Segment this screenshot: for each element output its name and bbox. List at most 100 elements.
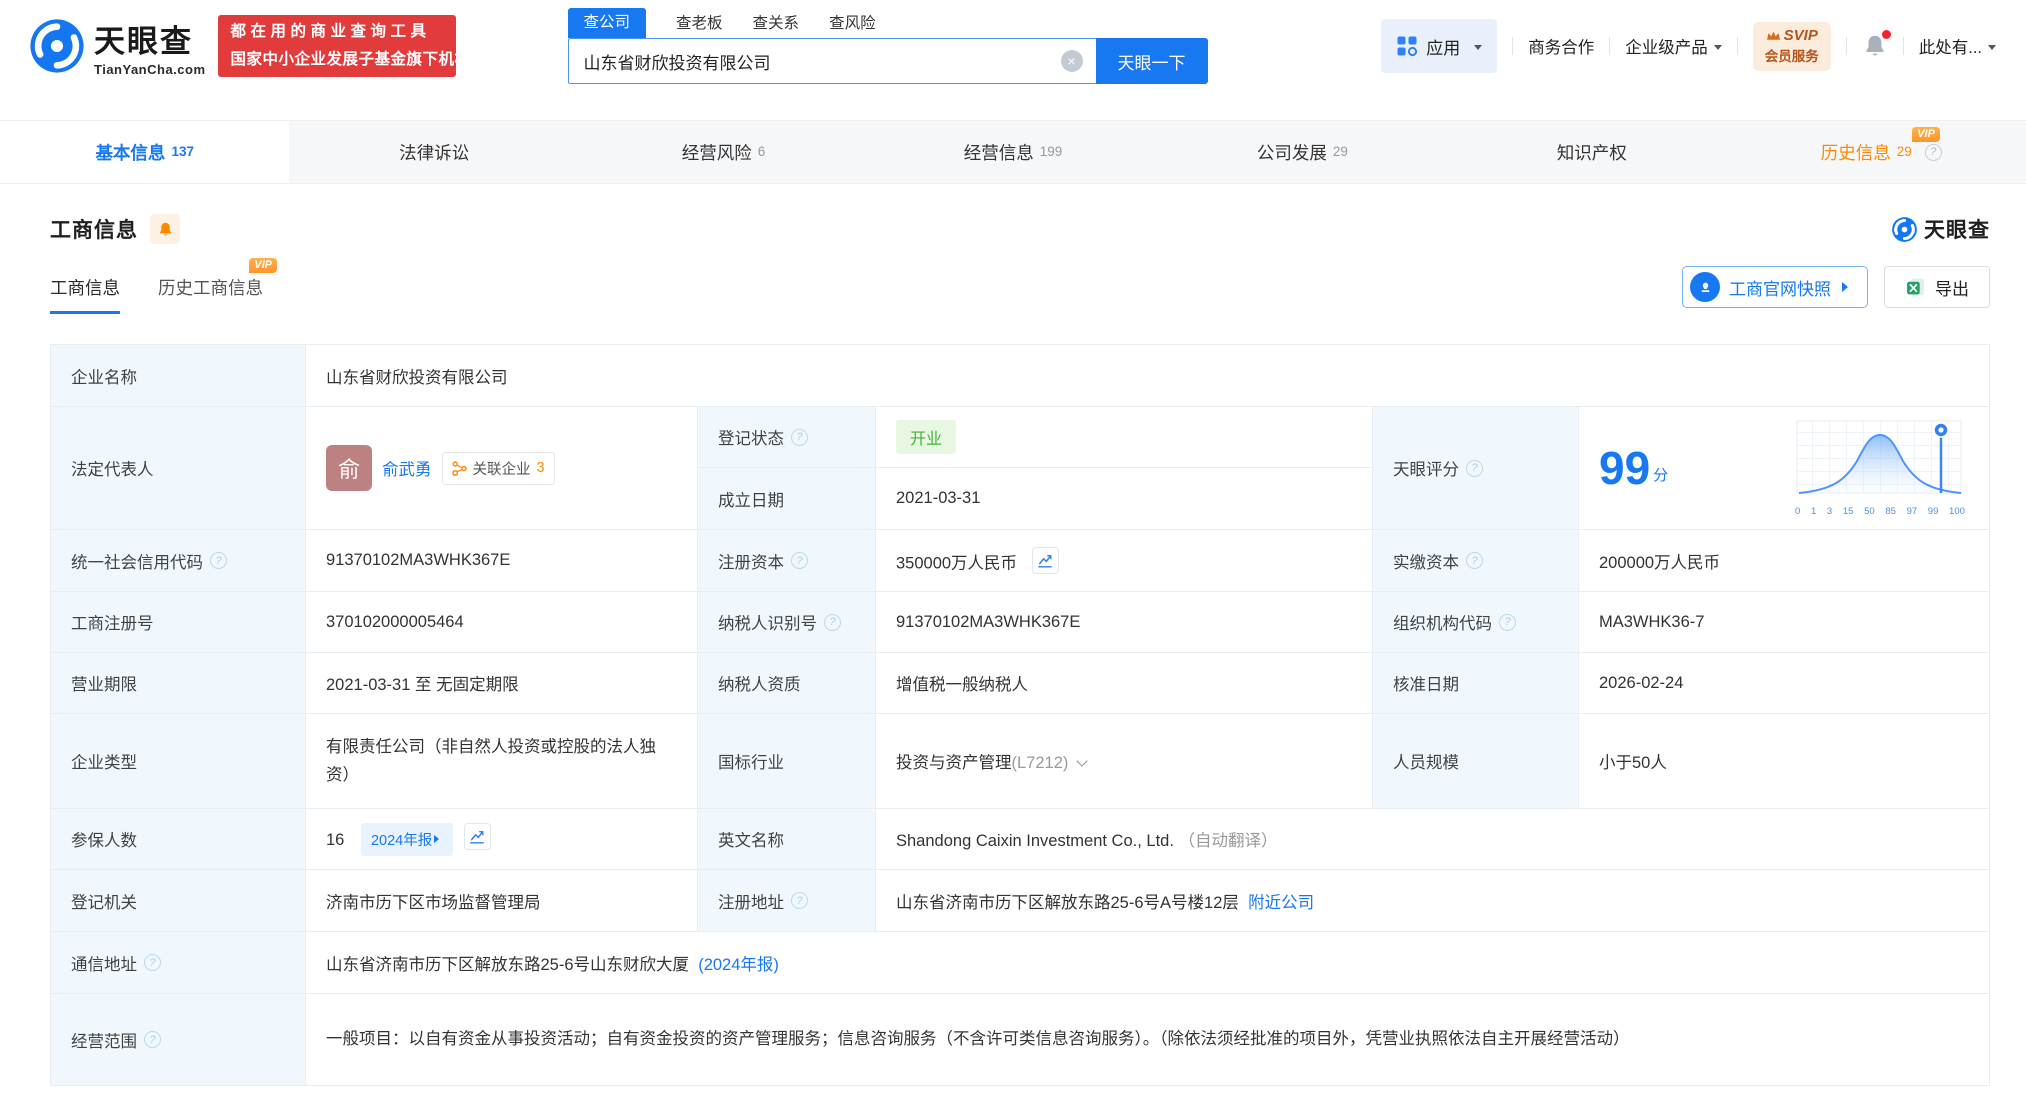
industry-label: 国标行业 <box>698 714 876 809</box>
legal-rep-label: 法定代表人 <box>51 407 306 530</box>
help-icon[interactable]: ? <box>210 552 227 569</box>
legal-rep-link[interactable]: 俞武勇 <box>382 456 432 480</box>
export-label: 导出 <box>1935 275 1969 300</box>
help-icon[interactable]: ? <box>1925 144 1942 161</box>
help-icon[interactable]: ? <box>1466 552 1483 569</box>
divider <box>1512 37 1513 55</box>
arrow-right-icon <box>1842 282 1853 292</box>
notification-dot <box>1882 30 1891 39</box>
help-icon[interactable]: ? <box>144 954 161 971</box>
mail-address-value: 山东省济南市历下区解放东路25-6号山东财欣大厦 (2024年报) <box>306 932 1990 994</box>
help-icon[interactable]: ? <box>791 892 808 909</box>
tab-label: 经营信息 <box>964 140 1034 165</box>
tab-intellectual-property[interactable]: 知识产权 <box>1447 121 1736 183</box>
nav-business-cooperation[interactable]: 商务合作 <box>1528 34 1594 58</box>
industry-code: (L7212) <box>1012 754 1069 772</box>
tab-count: 199 <box>1040 144 1063 159</box>
annual-report-link[interactable]: (2024年报) <box>698 956 779 974</box>
business-term-label: 营业期限 <box>51 653 306 714</box>
slogan-line1: 都在用的商业查询工具 <box>231 18 443 46</box>
stamp-icon <box>1690 272 1720 302</box>
table-row: 企业类型 有限责任公司（非自然人投资或控股的法人独资） 国标行业 投资与资产管理… <box>51 714 1990 809</box>
divider <box>1609 37 1610 55</box>
nearby-companies-link[interactable]: 附近公司 <box>1248 894 1314 912</box>
top-header: 天眼查 TianYanCha.com 都在用的商业查询工具 国家中小企业发展子基… <box>0 0 2026 92</box>
monitor-bell-icon[interactable] <box>150 214 180 244</box>
annual-report-badge[interactable]: 2024年报 <box>361 823 453 856</box>
search-tab-relation[interactable]: 查关系 <box>753 11 800 38</box>
table-row: 经营范围 ? 一般项目：以自有资金从事投资活动；自有资金投资的资产管理服务；信息… <box>51 994 1990 1086</box>
svip-sublabel: 会员服务 <box>1765 45 1819 65</box>
search-button[interactable]: 天眼一下 <box>1096 38 1208 84</box>
company-type-value: 有限责任公司（非自然人投资或控股的法人独资） <box>306 714 698 809</box>
taxpayer-id-label: 纳税人识别号 ? <box>698 592 876 653</box>
bell-icon <box>157 221 174 238</box>
export-button[interactable]: 导出 <box>1884 266 1990 308</box>
tick-label: 85 <box>1885 506 1896 517</box>
help-icon[interactable]: ? <box>1499 614 1516 631</box>
table-row: 通信地址 ? 山东省济南市历下区解放东路25-6号山东财欣大厦 (2024年报) <box>51 932 1990 994</box>
establish-date-value: 2021-03-31 <box>876 468 1373 530</box>
paid-capital-label: 实缴资本 ? <box>1373 530 1579 592</box>
paid-capital-value: 200000万人民币 <box>1579 530 1990 592</box>
tab-company-development[interactable]: 公司发展 29 <box>1158 121 1447 183</box>
insured-trend-icon[interactable] <box>464 823 491 850</box>
company-name-value: 山东省财欣投资有限公司 <box>306 345 1990 407</box>
tick-label: 99 <box>1928 506 1939 517</box>
company-type-label: 企业类型 <box>51 714 306 809</box>
divider <box>1903 37 1904 55</box>
org-code-value: MA3WHK36-7 <box>1579 592 1990 653</box>
logo-swirl-icon <box>1891 216 1918 243</box>
help-icon[interactable]: ? <box>1466 460 1483 477</box>
tab-count: 29 <box>1897 144 1912 159</box>
user-menu[interactable]: 此处有... <box>1919 34 1996 58</box>
help-icon[interactable]: ? <box>824 614 841 631</box>
tab-legal-litigation[interactable]: 法律诉讼 <box>289 121 578 183</box>
tab-label: 经营风险 <box>682 140 752 165</box>
chevron-down-icon[interactable] <box>1077 755 1088 766</box>
clear-icon[interactable]: × <box>1061 50 1083 72</box>
svip-member-badge[interactable]: SVIP 会员服务 <box>1753 22 1831 71</box>
help-icon[interactable]: ? <box>791 552 808 569</box>
chevron-down-icon <box>1474 45 1482 54</box>
notification-bell-icon[interactable] <box>1862 33 1888 59</box>
business-info-table: 企业名称 山东省财欣投资有限公司 法定代表人 俞 俞武勇 <box>50 344 1990 1086</box>
search-tab-risk[interactable]: 查风险 <box>829 11 876 38</box>
tick-label: 0 <box>1795 506 1800 517</box>
search-input[interactable] <box>568 38 1096 84</box>
apps-menu[interactable]: 应用 <box>1381 19 1497 73</box>
table-actions: 工商官网快照 导出 <box>1682 266 1990 314</box>
reg-address-label: 注册地址 ? <box>698 870 876 932</box>
subtab-history-business-info[interactable]: VIP 历史工商信息 <box>158 275 263 314</box>
industry-value: 投资与资产管理(L7212) <box>876 714 1373 809</box>
subtab-business-info[interactable]: 工商信息 <box>50 275 120 314</box>
grid-icon <box>1396 35 1418 57</box>
tick-label: 97 <box>1907 506 1918 517</box>
approval-date-label: 核准日期 <box>1373 653 1579 714</box>
staff-size-value: 小于50人 <box>1579 714 1990 809</box>
score-distribution-chart: 0131550859799100 <box>1795 419 1967 517</box>
tab-basic-info[interactable]: 基本信息 137 <box>0 121 289 183</box>
reg-authority-value: 济南市历下区市场监督管理局 <box>306 870 698 932</box>
help-icon[interactable]: ? <box>791 429 808 446</box>
tab-operation-info[interactable]: 经营信息 199 <box>868 121 1157 183</box>
reg-status-label: 登记状态 ? <box>698 407 876 468</box>
logo-title: 天眼查 <box>94 16 206 61</box>
tab-label: 公司发展 <box>1257 140 1327 165</box>
tab-count: 29 <box>1333 144 1348 159</box>
official-snapshot-button[interactable]: 工商官网快照 <box>1682 266 1868 308</box>
tab-operation-risk[interactable]: 经营风险 6 <box>579 121 868 183</box>
enterprise-label: 企业级产品 <box>1625 34 1708 58</box>
tab-label: 历史信息 <box>1821 140 1891 165</box>
tab-history-info[interactable]: VIP 历史信息 29 ? <box>1737 121 2026 183</box>
nav-enterprise-products[interactable]: 企业级产品 <box>1625 34 1722 58</box>
search-tab-boss[interactable]: 查老板 <box>676 11 723 38</box>
search-tab-company[interactable]: 查公司 <box>568 8 647 38</box>
help-icon[interactable]: ? <box>144 1031 161 1048</box>
related-companies-badge[interactable]: 关联企业 3 <box>442 452 555 485</box>
capital-trend-icon[interactable] <box>1032 547 1059 574</box>
approval-date-value: 2026-02-24 <box>1579 653 1990 714</box>
score-value: 99 分 <box>1579 407 1990 530</box>
avatar[interactable]: 俞 <box>326 445 372 491</box>
tianyancha-logo[interactable]: 天眼查 TianYanCha.com <box>28 16 206 77</box>
